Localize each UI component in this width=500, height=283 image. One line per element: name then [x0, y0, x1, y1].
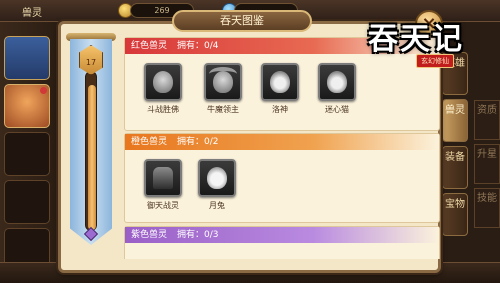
tab-equipment[interactable]: 装备	[442, 146, 468, 189]
goddess-portrait-icon	[270, 71, 290, 93]
section-header: 紫色兽灵 拥有：0/3	[125, 227, 439, 243]
panel-title: 吞天图鉴	[172, 10, 312, 32]
creature-card[interactable]: 洛神	[250, 63, 310, 125]
screen-title: 兽灵	[22, 8, 42, 19]
progress-scroll: 17	[66, 33, 116, 247]
bull-demon-portrait-icon	[209, 67, 237, 93]
section-title: 橙色兽灵	[131, 137, 168, 147]
creature-card[interactable]: 月兔	[187, 159, 247, 221]
section-orange: 橙色兽灵 拥有：0/2 御天战灵 月兔	[124, 133, 440, 223]
tab-star-up[interactable]: 升星	[474, 144, 500, 184]
owned-count: 拥有：0/3	[177, 230, 219, 240]
creature-name: 御天战灵	[147, 201, 179, 210]
creature-name: 斗战胜佛	[147, 105, 179, 114]
sidebar-slot[interactable]	[4, 180, 50, 224]
creature-name: 洛神	[272, 105, 288, 114]
creature-name: 迷心猫	[325, 105, 349, 114]
sidebar-slot[interactable]	[4, 132, 50, 176]
owned-count: 拥有：0/4	[177, 41, 219, 51]
owned-count: 拥有：0/2	[177, 137, 219, 147]
game-logo: 吞天记 玄幻修仙	[358, 14, 498, 70]
creature-card[interactable]: 迷心猫	[307, 63, 367, 125]
armored-spirit-portrait-icon	[153, 167, 173, 189]
creature-portrait	[198, 159, 236, 197]
tab-skills[interactable]: 技能	[474, 188, 500, 228]
creature-card[interactable]: 御天战灵	[133, 159, 193, 221]
creature-portrait	[318, 63, 356, 101]
section-purple: 紫色兽灵 拥有：0/3	[124, 226, 440, 259]
sidebar-slot-monkey[interactable]	[4, 84, 50, 128]
monkey-king-portrait-icon	[153, 71, 173, 93]
creature-name: 月兔	[209, 201, 225, 210]
section-title: 红色兽灵	[131, 41, 168, 51]
section-header: 橙色兽灵 拥有：0/2	[125, 134, 439, 150]
tab-beast[interactable]: 兽灵	[442, 99, 468, 142]
tab-treasure[interactable]: 宝物	[442, 193, 468, 236]
creature-portrait	[144, 63, 182, 101]
creature-card[interactable]: 牛魔领主	[193, 63, 253, 125]
creature-list[interactable]: 红色兽灵 拥有：0/4 斗战胜佛 牛魔领主 洛神 迷心猫 橙色兽灵 拥有：0/2 御…	[124, 37, 440, 259]
sidebar-slot[interactable]	[4, 36, 50, 80]
creature-portrait	[261, 63, 299, 101]
progress-track	[85, 71, 97, 231]
creature-portrait	[144, 159, 182, 197]
creature-name: 牛魔领主	[207, 105, 239, 114]
logo-subtitle: 玄幻修仙	[416, 54, 454, 68]
creature-card[interactable]: 斗战胜佛	[133, 63, 193, 125]
logo-title: 吞天记	[368, 22, 464, 57]
progress-fill	[88, 84, 96, 230]
creature-portrait	[204, 63, 242, 101]
tab-aptitude[interactable]: 资质	[474, 100, 500, 140]
section-title: 紫色兽灵	[131, 230, 168, 240]
cat-portrait-icon	[327, 71, 347, 93]
heart-icon	[40, 87, 47, 94]
moon-rabbit-portrait-icon	[207, 167, 227, 189]
